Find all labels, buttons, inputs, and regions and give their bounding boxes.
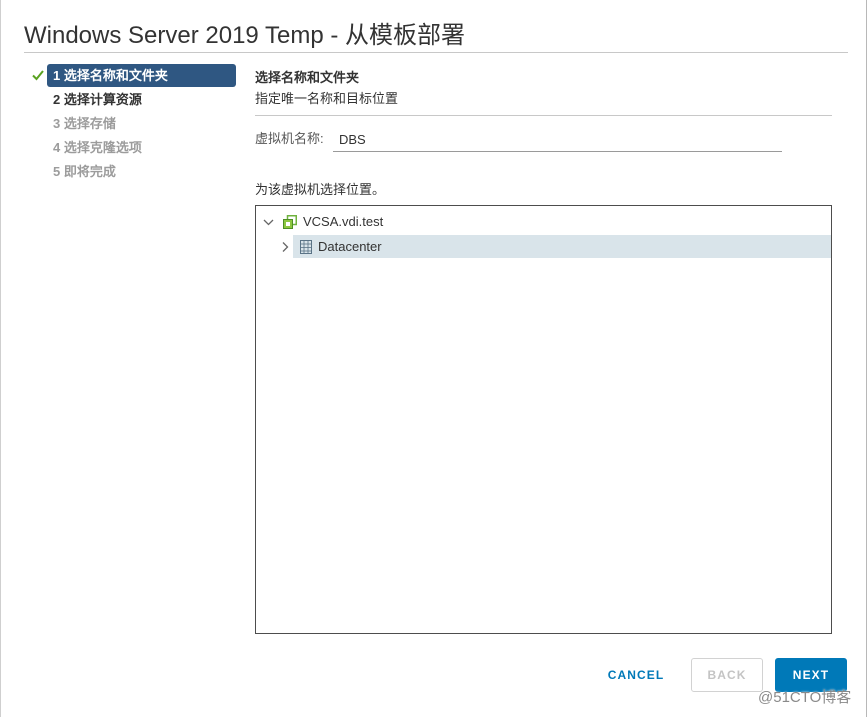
location-prompt: 为该虚拟机选择位置。 — [255, 182, 386, 197]
wizard-step-label: 2 选择计算资源 — [53, 92, 142, 107]
tree-node-label: VCSA.vdi.test — [303, 214, 384, 229]
watermark: @51CTO博客 — [758, 689, 852, 706]
back-button: BACK — [691, 658, 763, 692]
wizard-step-ready-to-complete: 5 即将完成 — [47, 160, 236, 183]
wizard-step-select-compute-resource[interactable]: 2 选择计算资源 — [47, 88, 236, 111]
wizard-page: 选择名称和文件夹 指定唯一名称和目标位置 虚拟机名称: 为该虚拟机选择位置。 V… — [255, 0, 832, 717]
wizard-step-select-name-folder[interactable]: 1 选择名称和文件夹 — [32, 64, 236, 87]
page-divider — [255, 115, 832, 116]
chevron-down-icon[interactable] — [263, 216, 274, 228]
datacenter-icon — [299, 239, 313, 254]
tree-node-label: Datacenter — [318, 239, 382, 254]
chevron-right-icon[interactable] — [281, 241, 289, 253]
vm-name-input[interactable] — [333, 128, 782, 152]
wizard-step-label: 3 选择存储 — [53, 116, 116, 131]
check-icon — [32, 69, 44, 81]
vcenter-icon — [283, 215, 297, 229]
tree-node-datacenter: Datacenter — [256, 235, 831, 258]
wizard-steps-nav: 1 选择名称和文件夹 2 选择计算资源 3 选择存储 4 选择克隆选项 5 即将… — [0, 64, 240, 194]
vm-name-label: 虚拟机名称: — [255, 131, 324, 146]
wizard-step-label: 1 选择名称和文件夹 — [53, 68, 168, 83]
cancel-button[interactable]: CANCEL — [596, 658, 676, 692]
wizard-step-select-storage: 3 选择存储 — [47, 112, 236, 135]
tree-node-vcenter: VCSA.vdi.test — [256, 210, 831, 234]
page-description: 指定唯一名称和目标位置 — [255, 91, 399, 106]
tree-node-content[interactable]: Datacenter — [293, 235, 831, 258]
page-heading: 选择名称和文件夹 — [255, 70, 360, 85]
wizard-step-label: 4 选择克隆选项 — [53, 140, 142, 155]
tree-node-content[interactable]: VCSA.vdi.test — [281, 210, 581, 234]
wizard-step-label: 5 即将完成 — [53, 164, 116, 179]
next-button[interactable]: NEXT — [775, 658, 847, 692]
wizard-step-select-clone-options: 4 选择克隆选项 — [47, 136, 236, 159]
location-tree: VCSA.vdi.test Datacenter — [255, 205, 832, 634]
